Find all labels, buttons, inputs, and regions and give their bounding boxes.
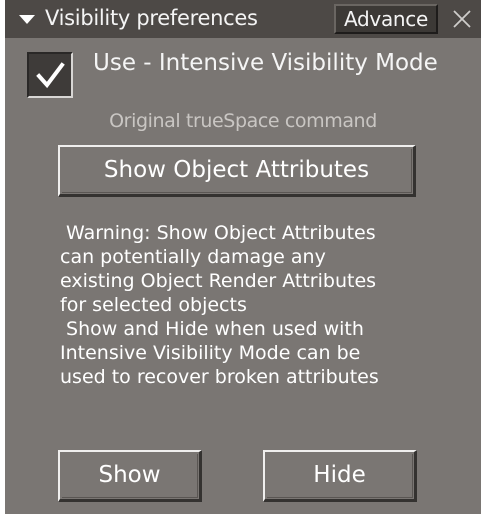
- collapse-triangle-icon[interactable]: [19, 15, 35, 24]
- warning-text: Warning: Show Object Attributes can pote…: [60, 221, 472, 389]
- warning-line: existing Object Render Attributes: [60, 270, 377, 292]
- show-object-attributes-button[interactable]: Show Object Attributes: [58, 145, 416, 197]
- intensive-mode-label: Use - Intensive Visibility Mode: [93, 50, 438, 76]
- visibility-preferences-panel: Visibility preferences Advance Use - Int…: [5, 0, 481, 514]
- warning-line: Warning: Show Object Attributes: [60, 222, 376, 244]
- close-icon[interactable]: [451, 8, 473, 30]
- warning-line: used to recover broken attributes: [60, 366, 379, 388]
- command-caption: Original trueSpace command: [109, 110, 377, 132]
- intensive-mode-checkbox[interactable]: [27, 52, 73, 98]
- title-bar: Visibility preferences Advance: [5, 0, 481, 38]
- hide-button[interactable]: Hide: [263, 450, 417, 502]
- panel-title: Visibility preferences: [45, 6, 258, 30]
- warning-line: can potentially damage any: [60, 246, 326, 268]
- warning-line: for selected objects: [60, 294, 247, 316]
- warning-line: Show and Hide when used with: [60, 318, 364, 340]
- advance-button[interactable]: Advance: [334, 4, 438, 34]
- show-button[interactable]: Show: [58, 450, 202, 502]
- warning-line: Intensive Visibility Mode can be: [60, 342, 361, 364]
- checkmark-icon: [36, 62, 65, 89]
